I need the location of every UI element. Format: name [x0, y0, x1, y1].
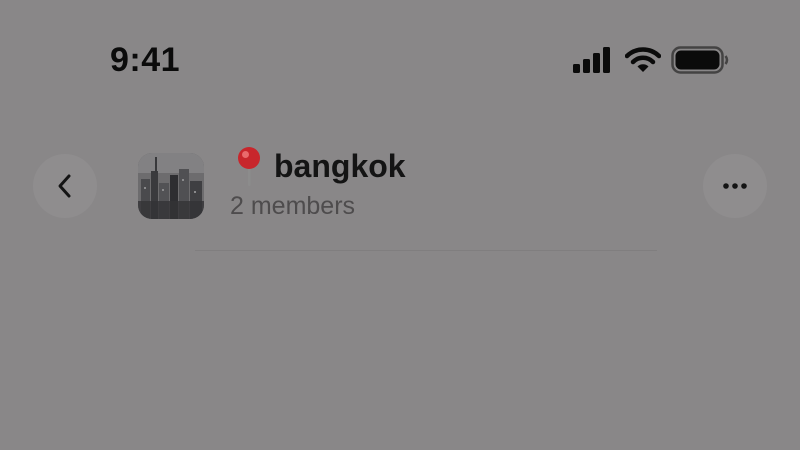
status-icons	[573, 44, 729, 76]
status-time: 9:41	[110, 41, 181, 79]
battery-icon	[671, 46, 729, 74]
chat-title-row[interactable]: bangkok	[232, 146, 406, 186]
back-button[interactable]	[33, 154, 97, 218]
chat-header: bangkok 2 members	[0, 147, 800, 222]
more-options-button[interactable]	[703, 154, 767, 218]
chat-screen: 9:41 bangkok 2 members	[0, 0, 800, 450]
ellipsis-icon	[723, 183, 747, 189]
header-divider	[195, 250, 657, 251]
round-pushpin-icon	[238, 147, 260, 186]
city-photo-icon	[138, 153, 204, 219]
wifi-icon	[625, 47, 661, 72]
chevron-left-icon	[58, 174, 71, 198]
members-count: 2 members	[230, 192, 356, 220]
group-avatar[interactable]	[138, 153, 204, 219]
cellular-signal-icon	[573, 47, 610, 73]
chat-title: bangkok	[274, 148, 406, 184]
